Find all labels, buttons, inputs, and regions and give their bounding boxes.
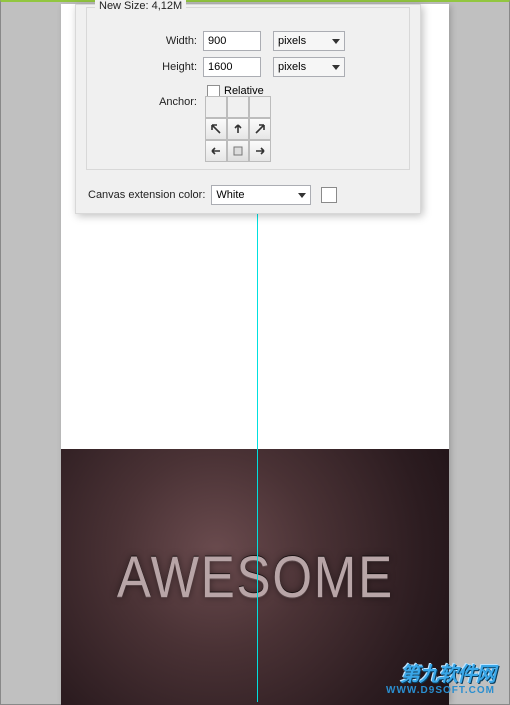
dropdown-arrow-icon <box>298 193 306 198</box>
anchor-grid <box>205 96 271 162</box>
width-row: Width: pixels <box>87 30 345 52</box>
arrow-up-right-icon <box>253 122 267 136</box>
height-input[interactable] <box>203 57 261 77</box>
arrow-left-icon <box>209 144 223 158</box>
canvas-size-dialog: New Size: 4,12M Width: pixels Height: pi… <box>75 4 421 214</box>
extension-color-swatch[interactable] <box>321 187 337 203</box>
height-label: Height: <box>87 61 203 73</box>
arrow-right-icon <box>253 144 267 158</box>
dropdown-arrow-icon <box>332 39 340 44</box>
anchor-bot[interactable] <box>227 140 249 162</box>
width-input[interactable] <box>203 31 261 51</box>
extension-color-value: White <box>216 189 244 201</box>
anchor-bot-left[interactable] <box>205 140 227 162</box>
anchor-mid-right[interactable] <box>249 118 271 140</box>
width-label: Width: <box>87 35 203 47</box>
anchor-top-right[interactable] <box>249 96 271 118</box>
anchor-mid-left[interactable] <box>205 118 227 140</box>
anchor-center-square-icon <box>231 144 245 158</box>
anchor-top-left[interactable] <box>205 96 227 118</box>
height-unit-text: pixels <box>278 61 306 73</box>
height-row: Height: pixels <box>87 56 345 78</box>
extension-color-row: Canvas extension color: White <box>88 185 337 205</box>
width-unit-text: pixels <box>278 35 306 47</box>
anchor-label: Anchor: <box>87 96 203 108</box>
width-unit-select[interactable]: pixels <box>273 31 345 51</box>
anchor-row: Anchor: <box>87 96 271 162</box>
new-size-value: 4,12M <box>152 0 183 12</box>
arrow-up-left-icon <box>209 122 223 136</box>
anchor-bot-right[interactable] <box>249 140 271 162</box>
arrow-up-icon <box>231 122 245 136</box>
height-unit-select[interactable]: pixels <box>273 57 345 77</box>
anchor-top[interactable] <box>227 96 249 118</box>
dropdown-arrow-icon <box>332 65 340 70</box>
artwork-text: AWESOME <box>116 544 393 611</box>
new-size-label: New Size: <box>99 0 149 12</box>
extension-color-select[interactable]: White <box>211 185 311 205</box>
artwork-preview: AWESOME <box>61 449 449 705</box>
extension-color-label: Canvas extension color: <box>88 189 205 201</box>
anchor-mid[interactable] <box>227 118 249 140</box>
new-size-fieldset: New Size: 4,12M Width: pixels Height: pi… <box>86 7 410 170</box>
new-size-legend: New Size: 4,12M <box>95 0 186 12</box>
